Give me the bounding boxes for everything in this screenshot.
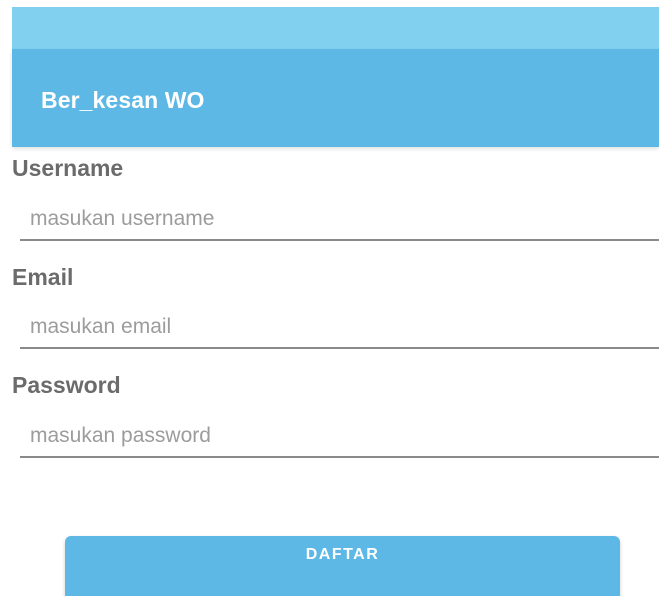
email-label: Email: [12, 264, 74, 290]
register-screen: Ber_kesan WO Username Email Password DAF…: [0, 0, 659, 596]
app-bar: Ber_kesan WO: [12, 49, 659, 147]
email-input[interactable]: [20, 307, 659, 349]
username-input[interactable]: [20, 199, 659, 241]
status-bar: [12, 7, 659, 49]
register-button[interactable]: DAFTAR: [65, 536, 620, 596]
password-label: Password: [12, 372, 121, 398]
password-input[interactable]: [20, 416, 659, 458]
app-title: Ber_kesan WO: [41, 87, 205, 113]
username-label: Username: [12, 155, 124, 181]
